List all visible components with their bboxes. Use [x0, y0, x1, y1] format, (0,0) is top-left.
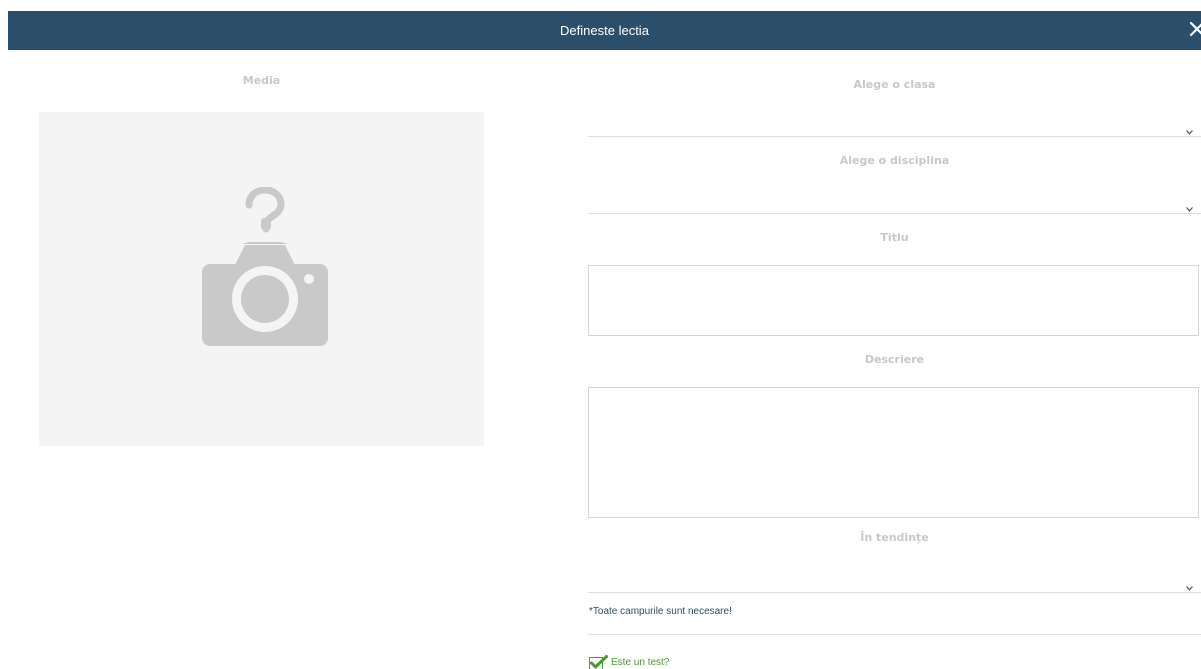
class-select[interactable]: [588, 111, 1201, 137]
chevron-down-icon: [1186, 576, 1193, 595]
trending-select[interactable]: [588, 567, 1201, 593]
description-textarea[interactable]: [588, 387, 1199, 518]
is-test-label: Este un test?: [611, 656, 670, 668]
media-label: Media: [242, 74, 281, 87]
class-select-label: Alege o clasa: [853, 78, 936, 91]
title-label: Titlu: [880, 231, 909, 244]
dialog-header: Defineste lectia: [8, 11, 1201, 50]
required-fields-note: *Toate campurile sunt necesare!: [589, 606, 732, 617]
divider: [588, 634, 1201, 635]
chevron-down-icon: [1186, 197, 1193, 216]
camera-question-icon: [201, 186, 329, 351]
dialog-title: Defineste lectia: [560, 23, 649, 38]
title-input[interactable]: [588, 265, 1199, 336]
checkbox-checked-icon[interactable]: [589, 654, 609, 669]
trending-select-label: În tendințe: [860, 531, 929, 544]
media-upload-area[interactable]: [39, 112, 484, 446]
chevron-down-icon: [1186, 120, 1193, 139]
description-label: Descriere: [864, 353, 925, 366]
is-test-checkbox[interactable]: Este un test?: [589, 654, 669, 669]
close-icon[interactable]: [1189, 18, 1201, 40]
discipline-select-label: Alege o disciplina: [839, 154, 950, 167]
discipline-select[interactable]: [588, 188, 1201, 214]
